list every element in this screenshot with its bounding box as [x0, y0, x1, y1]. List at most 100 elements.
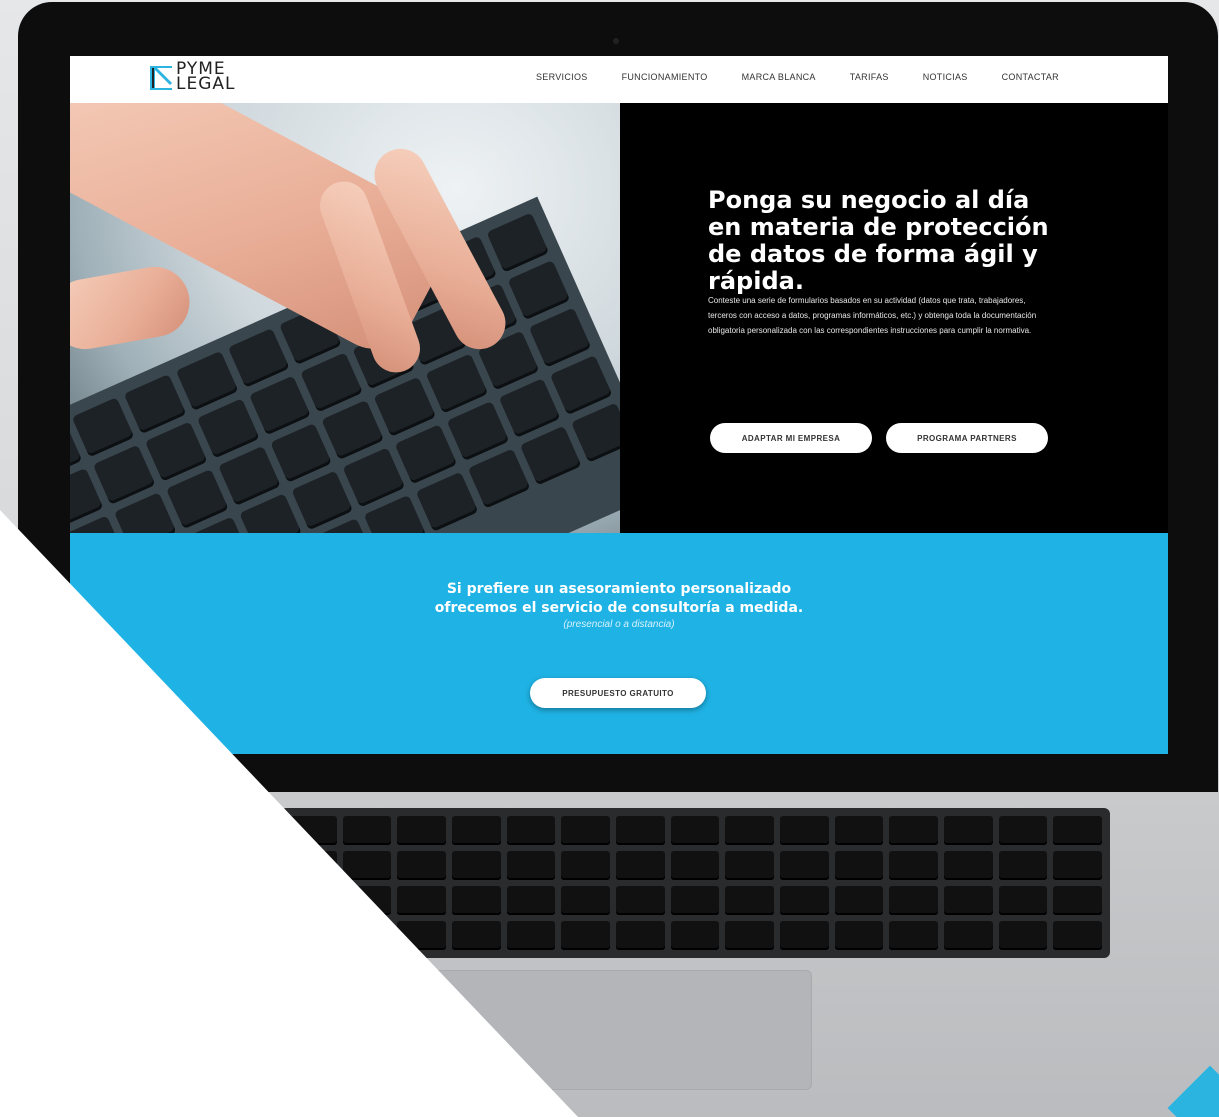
laptop-key	[725, 816, 774, 845]
laptop-key	[506, 886, 556, 915]
laptop-key	[944, 886, 993, 915]
laptop-key	[834, 851, 884, 880]
laptop-mockup-scene: PYME LEGAL SERVICIOS FUNCIONAMIENTO MARC…	[0, 0, 1219, 1117]
laptop-key	[1053, 886, 1102, 915]
laptop-key	[889, 886, 938, 915]
laptop-key	[780, 851, 829, 880]
laptop-key	[780, 886, 829, 915]
site-logo[interactable]: PYME LEGAL	[148, 61, 236, 93]
laptop-key	[342, 851, 392, 880]
laptop-key	[616, 921, 665, 950]
photo-thumb	[70, 261, 196, 355]
laptop-key	[670, 851, 720, 880]
laptop-key	[889, 851, 938, 880]
laptop-key	[944, 816, 993, 845]
laptop-key	[725, 851, 774, 880]
nav-link-noticias[interactable]: NOTICIAS	[923, 72, 968, 82]
photo-key	[467, 448, 531, 509]
photo-key	[446, 401, 509, 462]
photo-key	[166, 469, 229, 530]
laptop-key	[670, 921, 720, 950]
consulting-section: Si prefiere un asesoramiento personaliza…	[70, 533, 1168, 754]
photo-key	[425, 353, 488, 414]
photo-key	[72, 397, 135, 458]
photo-key	[507, 260, 571, 321]
nav-link-funcionamiento[interactable]: FUNCIONAMIENTO	[622, 72, 708, 82]
laptop-key	[998, 886, 1048, 915]
adapt-company-button[interactable]: ADAPTAR MI EMPRESA	[710, 423, 872, 453]
hero-description: Conteste una serie de formularios basado…	[708, 296, 1037, 335]
photo-key	[519, 425, 582, 486]
photo-key	[93, 444, 156, 505]
laptop-key	[780, 921, 829, 950]
website-screen: PYME LEGAL SERVICIOS FUNCIONAMIENTO MARC…	[70, 56, 1168, 754]
hero-photo-typing-hands	[70, 103, 620, 533]
laptop-key	[342, 816, 392, 845]
laptop-key	[452, 886, 501, 915]
photo-key	[486, 212, 550, 273]
laptop-key	[834, 886, 884, 915]
laptop-key	[397, 816, 446, 845]
laptop-key	[452, 816, 501, 845]
laptop-key	[670, 816, 720, 845]
laptop-key	[834, 921, 884, 950]
laptop-key	[288, 886, 337, 915]
laptop-key	[561, 886, 610, 915]
laptop-key	[506, 816, 556, 845]
laptop-key	[670, 886, 720, 915]
nav-link-tarifas[interactable]: TARIFAS	[850, 72, 889, 82]
laptop-key	[561, 816, 610, 845]
photo-key	[300, 352, 363, 413]
laptop-key	[1053, 816, 1102, 845]
photo-key	[342, 447, 406, 508]
photo-key	[145, 421, 208, 482]
hero-title: Ponga su negocio al día en materia de pr…	[708, 186, 1049, 295]
consulting-note: (presencial o a distancia)	[563, 619, 675, 630]
photo-key	[175, 350, 239, 411]
laptop-key	[506, 921, 556, 950]
photo-key	[528, 307, 592, 368]
laptop-key	[944, 921, 993, 950]
consulting-title-line2: ofrecemos el servicio de consultoría a m…	[434, 600, 804, 616]
laptop-keyboard	[280, 808, 1110, 958]
laptop-key	[288, 921, 337, 950]
laptop-key	[1053, 851, 1102, 880]
laptop-key	[616, 816, 665, 845]
photo-key	[123, 374, 187, 435]
laptop-key	[998, 921, 1048, 950]
laptop-key	[889, 921, 938, 950]
laptop-key	[288, 851, 337, 880]
photo-key	[394, 424, 458, 485]
laptop-key	[561, 921, 610, 950]
webcam-icon	[613, 38, 619, 44]
photo-key	[321, 399, 385, 460]
laptop-trackpad	[420, 970, 812, 1090]
laptop-key	[397, 921, 446, 950]
laptop-key	[506, 851, 556, 880]
pyme-legal-logo-icon	[150, 66, 172, 90]
laptop-key	[1053, 921, 1102, 950]
laptop-key	[288, 816, 337, 845]
free-quote-button[interactable]: PRESUPUESTO GRATUITO	[530, 678, 706, 708]
partner-program-button[interactable]: PROGRAMA PARTNERS	[886, 423, 1048, 453]
nav-link-contactar[interactable]: CONTACTAR	[1002, 72, 1059, 82]
laptop-key	[889, 816, 938, 845]
photo-key	[498, 378, 561, 439]
laptop-key	[834, 816, 884, 845]
laptop-key	[452, 851, 501, 880]
photo-key	[196, 398, 260, 459]
photo-key	[269, 422, 333, 483]
laptop-key	[397, 851, 446, 880]
photo-key	[218, 445, 281, 506]
photo-key	[248, 375, 312, 436]
photo-key	[571, 402, 620, 463]
laptop-key	[561, 851, 610, 880]
hero-panel: Ponga su negocio al día en materia de pr…	[620, 103, 1168, 533]
nav-link-marca-blanca[interactable]: MARCA BLANCA	[742, 72, 816, 82]
laptop-key	[780, 816, 829, 845]
laptop-key	[998, 851, 1048, 880]
nav-link-servicios[interactable]: SERVICIOS	[536, 72, 588, 82]
logo-text: PYME LEGAL	[176, 61, 236, 93]
photo-key	[227, 327, 290, 388]
laptop-key	[616, 886, 665, 915]
